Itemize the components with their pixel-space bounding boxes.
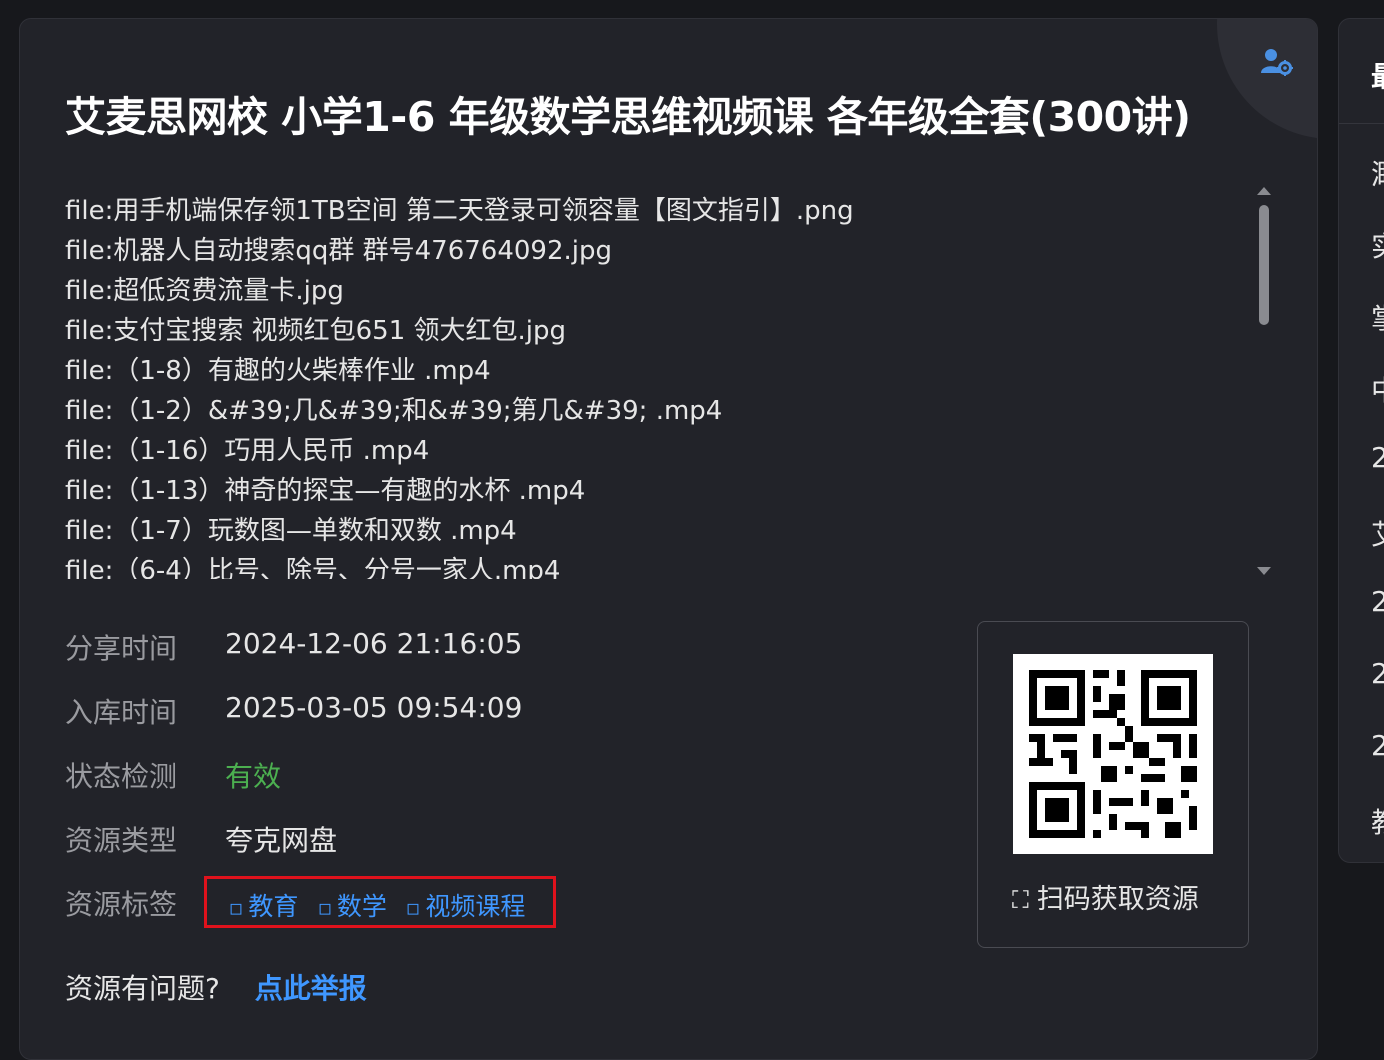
resource-type-label: 资源类型 xyxy=(65,824,178,857)
file-list-scrollbar[interactable] xyxy=(1256,183,1274,579)
file-item: file:（6-4）比号、除号、分号一家人.mp4 xyxy=(65,556,561,579)
status-badge: 有效 xyxy=(225,760,282,793)
sidebar-item[interactable]: 中 xyxy=(1371,369,1384,409)
report-row: 资源有问题? 点此举报 xyxy=(65,967,367,1007)
status-label: 状态检测 xyxy=(65,760,178,793)
resource-title: 艾麦思网校 小学1-6 年级数学思维视频课 各年级全套(300讲) xyxy=(65,93,1191,141)
sidebar-divider xyxy=(1339,123,1384,124)
stored-time-value: 2025-03-05 09:54:09 xyxy=(225,691,523,724)
share-time-value: 2024-12-06 21:16:05 xyxy=(225,627,523,660)
file-item: file:（1-8）有趣的火柴棒作业 .mp4 xyxy=(65,356,491,386)
sidebar-item[interactable]: 2 xyxy=(1371,441,1384,474)
file-item: file:（1-7）玩数图—单数和双数 .mp4 xyxy=(65,516,517,546)
tag-math[interactable]: ◇数学 xyxy=(309,887,387,923)
qr-code[interactable] xyxy=(1013,654,1213,854)
resource-type-value: 夸克网盘 xyxy=(225,824,338,857)
tag-video-course[interactable]: ◇视频课程 xyxy=(398,887,526,923)
scroll-down-arrow-icon[interactable] xyxy=(1257,567,1271,575)
file-item: file:超低资费流量卡.jpg xyxy=(65,276,344,306)
sidebar-item[interactable]: 2 xyxy=(1371,585,1384,618)
tag-education[interactable]: ◇教育 xyxy=(221,887,299,923)
tag-icon: ◇ xyxy=(309,894,338,922)
stored-time-label: 入库时间 xyxy=(65,696,178,729)
tag-icon: ◇ xyxy=(220,894,249,922)
file-item: file:用手机端保存领1TB空间 第二天登录可领容量【图文指引】.png xyxy=(65,196,854,226)
sidebar-header: 最 xyxy=(1371,55,1384,95)
file-item: file:机器人自动搜索qq群 群号476764092.jpg xyxy=(65,236,613,266)
report-link[interactable]: 点此举报 xyxy=(255,972,367,1005)
tag-list: ◇教育 ◇数学 ◇视频课程 xyxy=(221,887,537,923)
scroll-up-arrow-icon[interactable] xyxy=(1257,187,1271,195)
sidebar-item[interactable]: 掌 xyxy=(1371,297,1384,337)
sidebar-item[interactable]: 2 xyxy=(1371,657,1384,690)
file-item: file:（1-13）神奇的探宝—有趣的水杯 .mp4 xyxy=(65,476,586,506)
sidebar-panel: 最 渺 实 掌 中 2 艾 2 2 2 教 xyxy=(1338,18,1384,863)
qr-caption: ⛶ 扫码获取资源 xyxy=(1012,884,1199,915)
qr-panel: ⛶ 扫码获取资源 xyxy=(977,621,1249,948)
share-time-label: 分享时间 xyxy=(65,632,178,665)
file-item: file:（1-2）&#39;几&#39;和&#39;第几&#39; .mp4 xyxy=(65,396,723,426)
resource-tags-label: 资源标签 xyxy=(65,888,178,921)
sidebar-item[interactable]: 艾 xyxy=(1371,513,1384,553)
scan-icon: ⛶ xyxy=(1012,886,1029,914)
tags-highlight-box: ◇教育 ◇数学 ◇视频课程 xyxy=(204,876,556,928)
resource-card: 艾麦思网校 小学1-6 年级数学思维视频课 各年级全套(300讲) file:用… xyxy=(19,18,1318,1060)
sidebar-item[interactable]: 教 xyxy=(1371,801,1384,841)
file-list[interactable]: file:用手机端保存领1TB空间 第二天登录可领容量【图文指引】.png fi… xyxy=(65,191,1225,579)
sidebar-item[interactable]: 渺 xyxy=(1371,153,1384,193)
sidebar-item[interactable]: 2 xyxy=(1371,729,1384,762)
user-settings-icon[interactable] xyxy=(1260,47,1294,77)
sidebar-item[interactable]: 实 xyxy=(1371,225,1384,265)
file-item: file:（1-16）巧用人民币 .mp4 xyxy=(65,436,430,466)
scroll-thumb[interactable] xyxy=(1259,205,1269,325)
file-item: file:支付宝搜索 视频红包651 领大红包.jpg xyxy=(65,316,567,346)
report-question: 资源有问题? xyxy=(65,972,220,1005)
tag-icon: ◇ xyxy=(397,894,426,922)
